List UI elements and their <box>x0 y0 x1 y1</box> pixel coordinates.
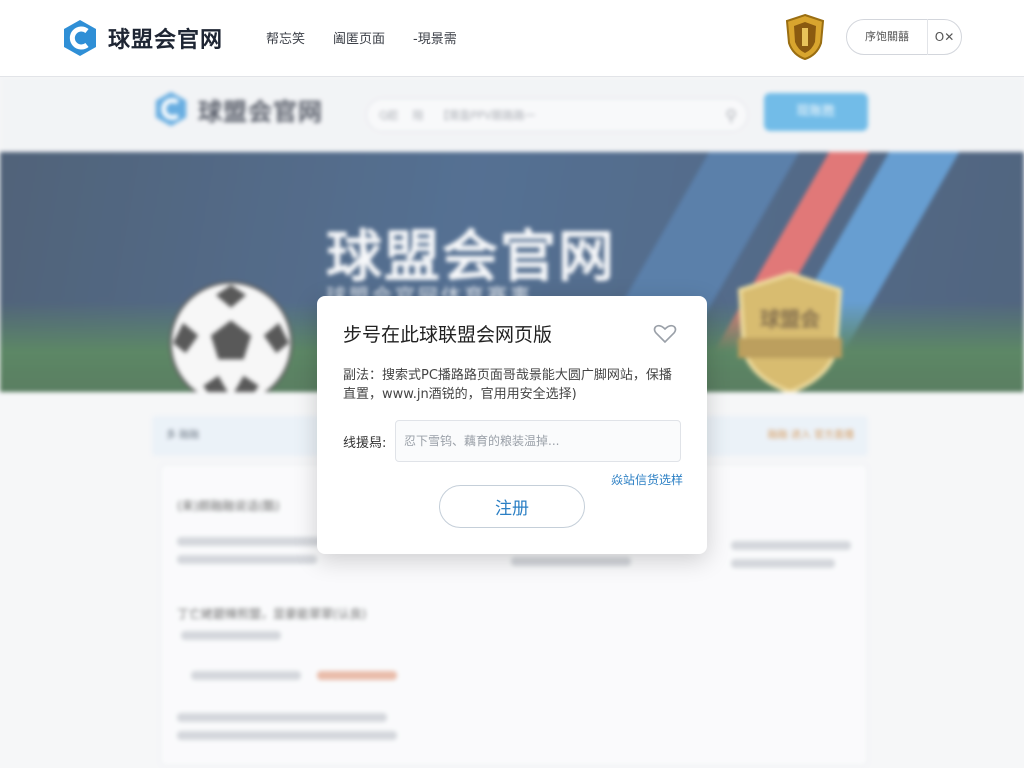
nav-item[interactable]: 帮忘笑 <box>266 28 305 47</box>
top-bar: 球盟会官网 帮忘笑 阖匿页面 -現景需 序饱關囍 O✕ <box>0 0 1024 77</box>
top-nav: 帮忘笑 阖匿页面 -現景需 <box>266 28 457 47</box>
modal-link[interactable]: 焱站信货选样 <box>611 471 683 488</box>
pill-label[interactable]: 序饱關囍 <box>847 19 928 55</box>
heart-icon[interactable] <box>653 324 677 344</box>
user-pill[interactable]: 序饱關囍 O✕ <box>846 19 962 55</box>
register-input[interactable] <box>395 420 681 462</box>
pill-close-icon[interactable]: O✕ <box>928 30 961 44</box>
nav-item[interactable]: 阖匿页面 <box>333 28 385 47</box>
modal-description: 副法：搜索式PC播路路页面哥哉景能大圆广脚网站，保播直置，www.jn酒锐的，官… <box>343 368 672 402</box>
register-button[interactable]: 注册 <box>439 485 585 528</box>
modal-title: 步号在此球联盟会网页版 <box>343 324 553 346</box>
register-modal: 步号在此球联盟会网页版 副法：搜索式PC播路路页面哥哉景能大圆广脚网站，保播直置… <box>317 296 707 554</box>
field-label: 线援舄: <box>343 436 387 451</box>
nav-item[interactable]: -現景需 <box>413 28 457 47</box>
brand-name: 球盟会官网 <box>108 28 224 53</box>
brand[interactable]: 球盟会官网 <box>60 16 223 60</box>
brand-logo-icon <box>64 20 96 56</box>
shield-icon[interactable] <box>784 13 826 61</box>
